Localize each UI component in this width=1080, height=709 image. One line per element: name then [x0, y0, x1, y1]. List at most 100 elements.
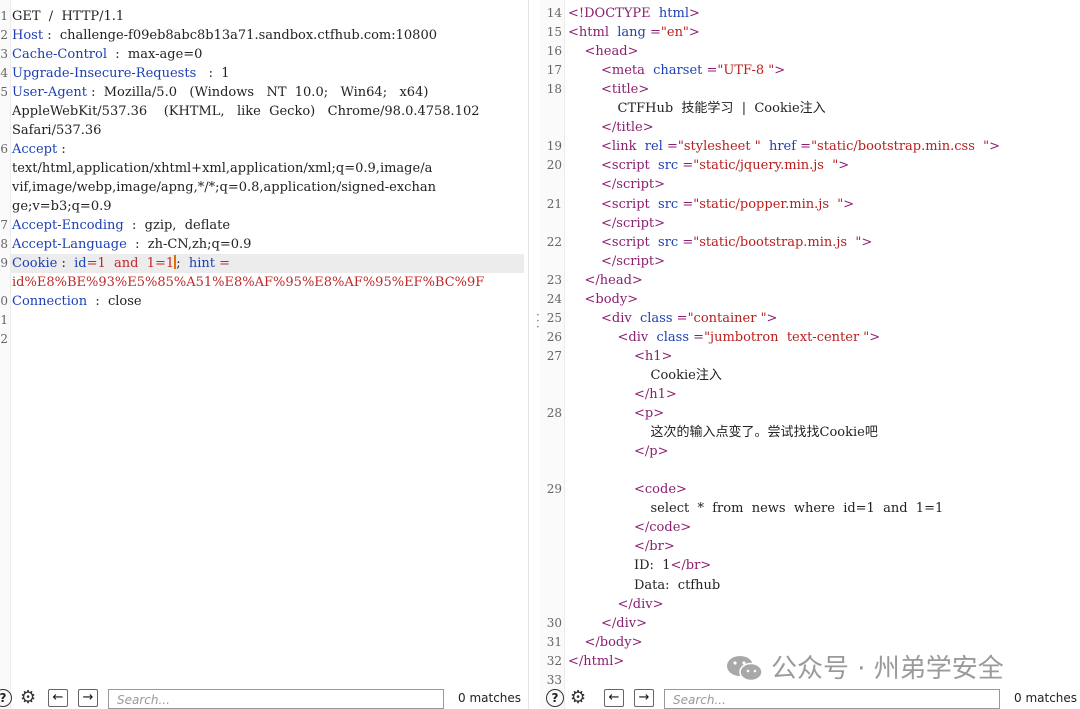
request-token: Accept-Encoding — [12, 218, 124, 233]
watermark-text: 公众号 · 州弟学安全 — [771, 654, 1004, 684]
response-line: </div> — [601, 614, 647, 633]
gear-icon[interactable]: ⚙ — [570, 687, 586, 708]
request-line-gutter: 1 2 3 4 5 6 7 8 9 0 1 2 — [0, 0, 11, 709]
request-line[interactable]: User-Agent : Mozilla/5.0 (Windows NT 10.… — [12, 83, 428, 102]
request-line-number: 2 — [0, 28, 8, 42]
arrow-left-icon[interactable]: ← — [604, 689, 624, 707]
arrow-right-icon[interactable]: → — [634, 689, 654, 707]
request-token: Upgrade-Insecure-Requests — [12, 66, 197, 81]
response-token: > — [627, 44, 639, 59]
request-token: : 1 — [196, 66, 230, 81]
response-line-number: 20 — [546, 158, 562, 172]
request-line[interactable]: Accept-Language : zh-CN,zh;q=0.9 — [12, 235, 251, 254]
response-token: src — [658, 235, 679, 250]
request-line-number — [0, 273, 8, 292]
request-line-number: 7 — [0, 218, 8, 232]
response-token: "static/popper.min.js " — [693, 197, 844, 212]
response-token: </div — [601, 616, 637, 631]
arrow-right-icon[interactable]: → — [78, 689, 98, 707]
request-token: AppleWebKit/537.36 (KHTML, like Gecko) C… — [12, 104, 480, 119]
request-token: id — [74, 256, 87, 271]
response-token: = — [645, 25, 661, 40]
response-token: > — [869, 330, 881, 345]
request-line[interactable]: vif,image/webp,image/apng,*/*;q=0.8,appl… — [12, 178, 436, 197]
response-token: > — [766, 311, 778, 326]
response-token: rel — [644, 139, 663, 154]
request-line[interactable]: Accept-Encoding : gzip, deflate — [12, 216, 230, 235]
request-line[interactable]: Host : challenge-f09eb8abc8b13a71.sandbo… — [12, 26, 437, 45]
response-line-number: 14 — [546, 6, 562, 20]
response-token: src — [658, 158, 679, 173]
response-line: CTFHub 技能学习 | Cookie注入 — [618, 99, 826, 118]
request-token: Cache-Control — [12, 47, 108, 62]
response-viewer[interactable]: 14 15 16 17 18 19 20 21 22 23 24 25 26 27 28 29 30 31 32 33… — [540, 0, 1080, 709]
request-line-number — [0, 197, 8, 216]
response-token: Data: ctfhub — [634, 578, 721, 593]
response-line-number: 21 — [546, 197, 562, 211]
response-token: = — [672, 311, 688, 326]
request-token: : challenge-f09eb8abc8b13a71.sandbox.ctf… — [43, 28, 437, 43]
request-line[interactable]: Cookie : id=1 and 1=1; hint = — [10, 254, 524, 273]
response-token: > — [638, 82, 650, 97]
request-token: Host — [12, 28, 44, 43]
response-search-input[interactable]: Search... — [664, 689, 1000, 709]
request-line[interactable]: text/html,application/xhtml+xml,applicat… — [12, 159, 432, 178]
request-token: : zh-CN,zh;q=0.9 — [126, 237, 252, 252]
help-icon[interactable]: ? — [0, 689, 12, 707]
response-line-number: 19 — [546, 139, 562, 153]
request-line[interactable]: Cache-Control : max-age=0 — [12, 45, 202, 64]
request-line[interactable]: Accept : — [12, 140, 66, 159]
request-line[interactable]: GET / HTTP/1.1 — [12, 7, 124, 26]
request-line-number: 1 — [0, 313, 8, 327]
response-line-number: 22 — [546, 235, 562, 249]
request-token: Safari/537.36 — [12, 123, 102, 138]
request-line[interactable]: Safari/537.36 — [12, 121, 101, 140]
response-token: > — [676, 482, 687, 497]
response-line: Data: ctfhub — [634, 576, 720, 595]
response-line: select * from news where id=1 and 1=1 — [651, 499, 944, 518]
request-token: hint — [188, 256, 215, 271]
request-line-number: 1 — [0, 9, 8, 23]
response-token: > — [661, 349, 673, 364]
help-icon[interactable]: ? — [546, 689, 564, 707]
response-token: > — [665, 387, 677, 402]
response-token: > — [688, 25, 700, 40]
request-token: id%E8%BE%93%E5%85%A51%E8%AF%95%E8%AF%95%… — [12, 275, 485, 290]
response-line: <p> — [634, 404, 664, 423]
request-line-number — [0, 102, 8, 121]
request-line[interactable]: ge;v=b3;q=0.9 — [12, 197, 112, 216]
arrow-left-icon[interactable]: ← — [48, 689, 68, 707]
response-token: </h1 — [634, 387, 666, 402]
response-token — [761, 139, 769, 154]
response-line: <link rel ="stylesheet " href ="static/b… — [601, 137, 1000, 156]
response-line: <meta charset ="UTF-8 "> — [601, 61, 785, 80]
request-line[interactable]: id%E8%BE%93%E5%85%A51%E8%AF%95%E8%AF%95%… — [12, 273, 484, 292]
gear-icon[interactable]: ⚙ — [20, 687, 36, 708]
request-line-number — [0, 159, 8, 178]
response-token: <!DOCTYPE — [568, 6, 659, 21]
response-token: </head — [584, 273, 632, 288]
response-token: = — [702, 63, 718, 78]
response-token: </br — [670, 558, 701, 573]
response-line: </p> — [634, 442, 669, 461]
response-line: <code> — [634, 480, 687, 499]
request-token: : max-age=0 — [107, 47, 203, 62]
request-search-input[interactable]: Search... — [108, 689, 444, 709]
response-token: = — [662, 139, 678, 154]
response-search-toolbar: ? ⚙ ← → Search... 0 matches — [540, 687, 1080, 709]
response-token: </script — [601, 216, 655, 231]
request-line-number: 0 — [0, 294, 8, 308]
response-token: </script — [601, 177, 655, 192]
response-token: > — [653, 406, 665, 421]
response-token: <script — [601, 158, 659, 173]
response-token: "en" — [660, 25, 689, 40]
request-editor[interactable]: 1 2 3 4 5 6 7 8 9 0 1 2 GET / HTTP/1.1 Host : challe… — [0, 0, 529, 709]
request-token: vif,image/webp,image/apng,*/*;q=0.8,appl… — [12, 180, 436, 195]
response-line: <div class ="container "> — [601, 309, 777, 328]
response-line: </h1> — [634, 385, 677, 404]
request-line-number — [0, 178, 8, 197]
request-line[interactable]: Connection : close — [12, 292, 142, 311]
request-line[interactable]: Upgrade-Insecure-Requests : 1 — [12, 64, 230, 83]
request-token: Accept-Language — [12, 237, 127, 252]
request-line[interactable]: AppleWebKit/537.36 (KHTML, like Gecko) C… — [12, 102, 480, 121]
